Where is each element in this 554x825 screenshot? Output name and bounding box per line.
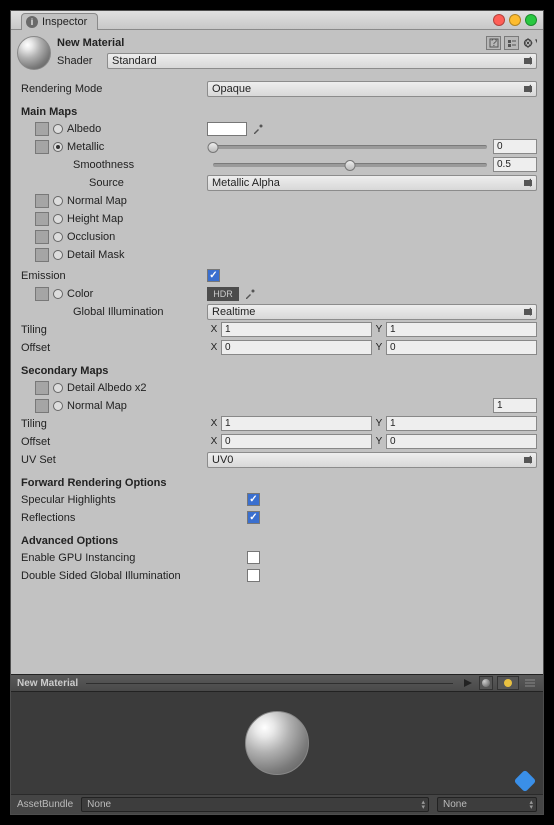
gpu-instancing-checkbox[interactable] (247, 551, 260, 564)
detail-mask-texture-slot[interactable] (35, 248, 49, 262)
offset-label: Offset (17, 342, 207, 354)
info-icon: i (26, 16, 38, 28)
secondary-maps-header: Secondary Maps (17, 357, 537, 379)
emission-color-texture-slot[interactable] (35, 287, 49, 301)
height-map-foldout[interactable] (53, 214, 63, 224)
offset-y-input[interactable]: 0 (386, 340, 537, 355)
sec-tiling-x[interactable]: 1 (221, 416, 372, 431)
preset-button[interactable] (504, 36, 519, 50)
normal-map-texture-slot[interactable] (35, 194, 49, 208)
main-maps-header: Main Maps (17, 98, 537, 120)
sec-normal-texture-slot[interactable] (35, 399, 49, 413)
play-icon[interactable] (461, 676, 475, 690)
minimize-window-button[interactable] (509, 14, 521, 26)
emission-color-label: Color (67, 288, 93, 300)
detail-mask-foldout[interactable] (53, 250, 63, 260)
hdr-color-swatch[interactable]: HDR (207, 287, 239, 301)
forward-rendering-header: Forward Rendering Options (17, 469, 537, 491)
albedo-foldout[interactable] (53, 124, 63, 134)
preview-sphere-icon (245, 711, 309, 775)
emission-checkbox[interactable] (207, 269, 220, 282)
svg-text:▾: ▾ (535, 37, 537, 48)
reflections-label: Reflections (17, 512, 247, 524)
dsgi-checkbox[interactable] (247, 569, 260, 582)
close-window-button[interactable] (493, 14, 505, 26)
tiling-label: Tiling (17, 324, 207, 336)
tiling-y-input[interactable]: 1 (386, 322, 537, 337)
rendering-mode-label: Rendering Mode (17, 83, 207, 95)
detail-albedo-foldout[interactable] (53, 383, 63, 393)
detail-albedo-label: Detail Albedo x2 (67, 382, 147, 394)
sec-offset-y[interactable]: 0 (386, 434, 537, 449)
metallic-texture-slot[interactable] (35, 140, 49, 154)
height-map-label: Height Map (67, 213, 123, 225)
metallic-foldout[interactable] (53, 142, 63, 152)
dsgi-label: Double Sided Global Illumination (17, 570, 247, 582)
emission-label: Emission (17, 270, 207, 282)
shader-label: Shader (57, 55, 107, 67)
eyedropper-icon[interactable] (243, 287, 257, 301)
sec-normal-value[interactable]: 1 (493, 398, 537, 413)
smoothness-slider[interactable] (213, 163, 487, 167)
source-dropdown[interactable]: Metallic Alpha▴▾ (207, 175, 537, 191)
normal-map-label: Normal Map (67, 195, 127, 207)
sec-normal-label: Normal Map (67, 400, 127, 412)
advanced-options-header: Advanced Options (17, 527, 537, 549)
source-label: Source (17, 177, 207, 189)
eyedropper-icon[interactable] (251, 122, 265, 136)
occlusion-texture-slot[interactable] (35, 230, 49, 244)
tab-label: Inspector (42, 16, 87, 28)
sec-tiling-label: Tiling (17, 418, 207, 430)
albedo-color-swatch[interactable] (207, 122, 247, 136)
albedo-texture-slot[interactable] (35, 122, 49, 136)
help-button[interactable]: ? (486, 36, 501, 50)
shader-dropdown[interactable]: Standard▴▾ (107, 53, 537, 69)
material-name: New Material (57, 37, 124, 49)
gi-dropdown[interactable]: Realtime▴▾ (207, 304, 537, 320)
tiling-x-input[interactable]: 1 (221, 322, 372, 337)
specular-checkbox[interactable] (247, 493, 260, 506)
svg-text:?: ? (490, 38, 496, 48)
metallic-label: Metallic (67, 141, 104, 153)
preview-title: New Material (17, 678, 78, 689)
reflections-checkbox[interactable] (247, 511, 260, 524)
sec-offset-x[interactable]: 0 (221, 434, 372, 449)
occlusion-foldout[interactable] (53, 232, 63, 242)
uvset-dropdown[interactable]: UV0▴▾ (207, 452, 537, 468)
gi-label: Global Illumination (17, 306, 207, 318)
window-titlebar: i Inspector (11, 11, 543, 30)
specular-label: Specular Highlights (17, 494, 247, 506)
material-preview-thumb (17, 36, 51, 70)
sec-tiling-y[interactable]: 1 (386, 416, 537, 431)
rendering-mode-dropdown[interactable]: Opaque▴▾ (207, 81, 537, 97)
height-map-texture-slot[interactable] (35, 212, 49, 226)
sec-normal-foldout[interactable] (53, 401, 63, 411)
sphere-preview-icon[interactable] (479, 676, 493, 690)
light-toggle-icon[interactable] (497, 676, 519, 690)
detail-mask-label: Detail Mask (67, 249, 124, 261)
preview-divider (86, 683, 453, 684)
preview-menu-icon[interactable] (523, 676, 537, 690)
albedo-label: Albedo (67, 123, 101, 135)
metallic-value[interactable]: 0 (493, 139, 537, 154)
smoothness-label: Smoothness (17, 159, 207, 171)
asset-label-icon[interactable] (514, 770, 537, 793)
gear-icon[interactable]: ▾ (522, 36, 537, 50)
offset-x-input[interactable]: 0 (221, 340, 372, 355)
metallic-slider[interactable] (213, 145, 487, 149)
sec-offset-label: Offset (17, 436, 207, 448)
uvset-label: UV Set (17, 454, 207, 466)
material-preview-viewport[interactable] (11, 692, 543, 794)
emission-color-foldout[interactable] (53, 289, 63, 299)
smoothness-value[interactable]: 0.5 (493, 157, 537, 172)
detail-albedo-texture-slot[interactable] (35, 381, 49, 395)
normal-map-foldout[interactable] (53, 196, 63, 206)
gpu-instancing-label: Enable GPU Instancing (17, 552, 247, 564)
inspector-tab[interactable]: i Inspector (21, 13, 98, 30)
maximize-window-button[interactable] (525, 14, 537, 26)
occlusion-label: Occlusion (67, 231, 115, 243)
